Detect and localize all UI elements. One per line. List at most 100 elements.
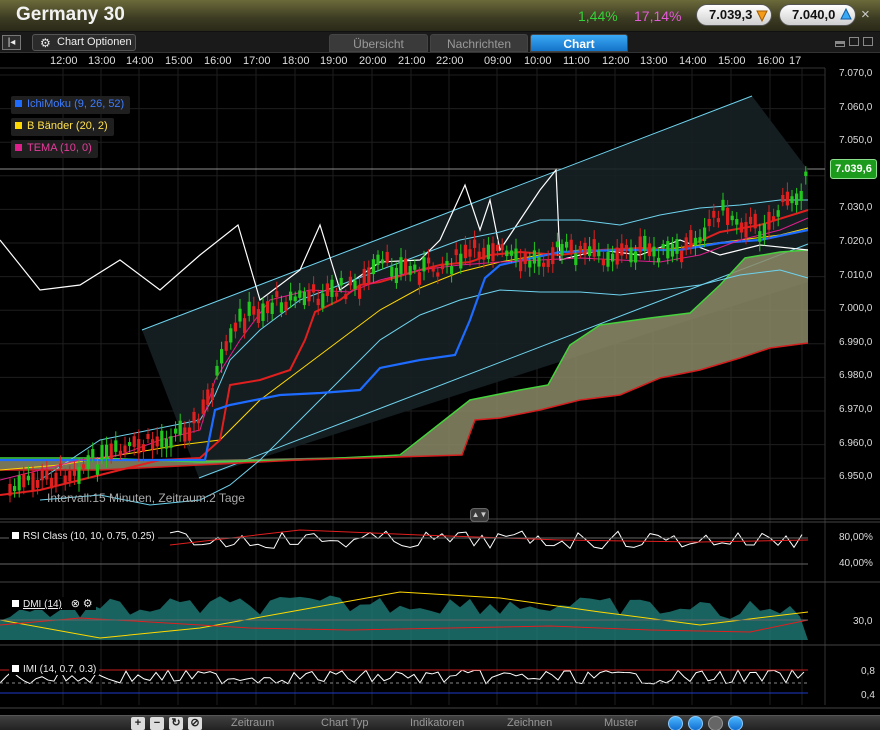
rsi-level-high: 80,00%: [839, 532, 873, 543]
collapse-panel-icon[interactable]: |◂: [2, 35, 21, 50]
menu-chart-typ[interactable]: Chart Typ: [321, 717, 369, 729]
candle-body: [592, 239, 596, 257]
menu-muster[interactable]: Muster: [604, 717, 638, 729]
legend-tema[interactable]: TEMA (10, 0): [11, 140, 98, 158]
candle-body: [486, 244, 490, 260]
arrow-up-icon: [840, 7, 852, 20]
x-tick-label: 22:00: [436, 55, 464, 67]
bid-price-button[interactable]: 7.039,3: [696, 4, 772, 26]
gear-icon[interactable]: ⚙: [83, 598, 93, 610]
x-tick-label: 13:00: [88, 55, 116, 67]
tab-overview[interactable]: Übersicht: [329, 34, 428, 52]
scroll-icon[interactable]: [688, 716, 703, 730]
candle-body: [468, 249, 472, 257]
panel-resize-icon[interactable]: ▲▼: [470, 508, 489, 522]
ask-price-button[interactable]: 7.040,0: [779, 4, 856, 26]
candle-body: [353, 280, 357, 289]
maximize-icon[interactable]: [863, 37, 873, 46]
candle-body: [261, 303, 265, 321]
y-tick-label: 7.000,0: [839, 303, 873, 315]
candle-body: [473, 239, 477, 248]
candle-body: [560, 243, 564, 256]
candle-body: [132, 436, 136, 447]
candle-body: [578, 245, 582, 252]
chart-options-button[interactable]: ⚙ Chart Optionen: [32, 34, 136, 51]
candle-body: [146, 434, 150, 439]
candle-body: [601, 258, 605, 266]
candle-body: [362, 268, 366, 284]
candle-body: [100, 445, 104, 461]
x-tick-label: 12:00: [50, 55, 78, 67]
candle-body: [312, 284, 316, 293]
candle-body: [344, 293, 348, 300]
candle-body: [385, 251, 389, 263]
candle-body: [620, 243, 624, 256]
dmi-label[interactable]: DMI (14) ⊗ ⚙: [9, 597, 96, 610]
x-tick-label: 16:00: [204, 55, 232, 67]
candle-body: [224, 341, 228, 351]
crosshair-icon[interactable]: [708, 716, 723, 730]
menu-zeitraum[interactable]: Zeitraum: [231, 717, 274, 729]
candle-body: [330, 279, 334, 298]
candle-body: [68, 471, 72, 482]
y-tick-label: 7.020,0: [839, 236, 873, 247]
imi-label[interactable]: IMI (14, 0.7, 0.3): [9, 664, 100, 675]
candle-body: [417, 272, 421, 285]
tab-news[interactable]: Nachrichten: [430, 34, 528, 52]
candle-body: [169, 436, 173, 448]
imi-level-low: 0,4: [861, 690, 875, 701]
zoom-out-button[interactable]: −: [150, 717, 164, 730]
candle-body: [569, 239, 573, 253]
candle-body: [174, 428, 178, 434]
x-tick-label: 11:00: [563, 55, 590, 67]
candle-body: [477, 251, 481, 259]
legend-swatch: [15, 144, 22, 151]
price-chart[interactable]: [0, 53, 880, 715]
candle-body: [105, 444, 109, 459]
x-tick-label: 14:00: [679, 55, 707, 67]
x-tick-label: 15:00: [718, 55, 746, 67]
candle-body: [624, 244, 628, 252]
candle-body: [321, 293, 325, 308]
close-indicator-icon[interactable]: ⊗: [71, 598, 80, 610]
candle-body: [647, 243, 651, 257]
candle-body: [220, 349, 224, 364]
dmi-level: 30,0: [853, 616, 873, 627]
x-tick-label: 12:00: [602, 55, 630, 67]
candle-body: [252, 306, 256, 315]
tab-chart[interactable]: Chart: [530, 34, 628, 52]
candle-body: [739, 222, 743, 233]
candle-body: [790, 196, 794, 204]
candle-body: [574, 253, 578, 266]
candle-body: [293, 296, 297, 302]
minimize-icon[interactable]: [835, 41, 845, 47]
candle-body: [634, 251, 638, 263]
zoom-in-button[interactable]: +: [131, 717, 145, 730]
candle-body: [348, 276, 352, 286]
y-tick-label: 7.010,0: [839, 269, 873, 281]
legend-label: TEMA (10, 0): [27, 142, 92, 154]
menu-indikatoren[interactable]: Indikatoren: [410, 717, 464, 729]
candle-body: [565, 241, 569, 248]
restore-icon[interactable]: [849, 37, 859, 46]
candle-body: [721, 199, 725, 211]
calendar-icon[interactable]: [728, 716, 743, 730]
rsi-label[interactable]: RSI Class (10, 10, 0.75, 0.25): [9, 531, 158, 542]
reset-button[interactable]: ⊘: [188, 717, 202, 730]
bid-price: 7.039,3: [709, 7, 753, 22]
candle-body: [40, 468, 44, 481]
candle-body: [519, 258, 523, 272]
candle-body: [744, 221, 748, 238]
close-icon[interactable]: ×: [861, 6, 870, 23]
refresh-button[interactable]: ↻: [169, 717, 183, 730]
menu-zeichnen[interactable]: Zeichnen: [507, 717, 552, 729]
candle-body: [247, 301, 251, 316]
legend-bollinger[interactable]: B Bänder (20, 2): [11, 118, 114, 136]
candle-body: [500, 244, 504, 251]
candle-body: [496, 244, 500, 251]
draw-pen-icon[interactable]: [668, 716, 683, 730]
x-tick-label: 20:00: [359, 55, 387, 67]
legend-ichimoku[interactable]: IchiMoku (9, 26, 52): [11, 96, 131, 114]
x-tick-label: 17: [789, 55, 802, 67]
candle-body: [325, 283, 329, 297]
